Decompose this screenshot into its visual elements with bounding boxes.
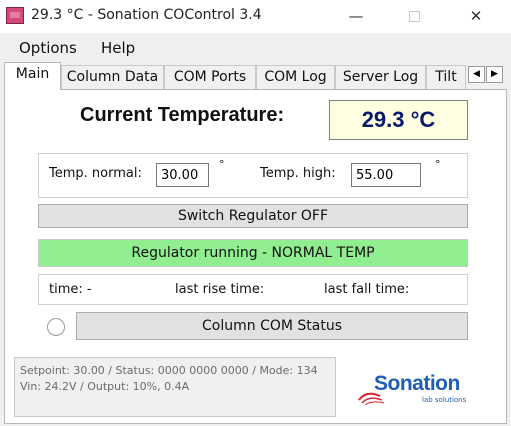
- logo-wordmark: Sonation: [374, 372, 460, 395]
- temp-normal-unit: °: [219, 158, 225, 171]
- current-temperature-value: 29.3 °C: [329, 100, 468, 140]
- minimize-button[interactable]: —: [334, 0, 378, 33]
- app-window: 29.3 °C - Sonation COControl 3.4 — ✕ Opt…: [0, 0, 511, 426]
- tab-server-log[interactable]: Server Log: [335, 65, 426, 89]
- status-summary-box: Setpoint: 30.00 / Status: 0000 0000 0000…: [14, 357, 336, 417]
- app-icon: [6, 7, 24, 24]
- temp-high-label: Temp. high:: [260, 166, 336, 181]
- last-fall-time-label: last fall time:: [324, 282, 410, 297]
- temp-high-input[interactable]: [351, 163, 421, 187]
- logo-tagline: lab solutions: [422, 396, 467, 404]
- close-button[interactable]: ✕: [454, 0, 498, 33]
- menu-help[interactable]: Help: [101, 39, 135, 57]
- tab-com-log[interactable]: COM Log: [256, 65, 335, 89]
- temperature-settings-group: Temp. normal: ° Temp. high: °: [38, 153, 468, 198]
- tab-scroll-left-icon[interactable]: ◀: [468, 66, 485, 83]
- sonation-logo: Sonation lab solutions: [356, 370, 486, 412]
- tab-scroll-right-icon[interactable]: ▶: [486, 66, 503, 83]
- time-label: time: -: [49, 282, 92, 297]
- tab-main[interactable]: Main: [4, 62, 61, 90]
- window-title: 29.3 °C - Sonation COControl 3.4: [31, 7, 262, 23]
- temp-normal-input[interactable]: [156, 163, 209, 187]
- column-com-status-button[interactable]: Column COM Status: [76, 312, 468, 340]
- maximize-icon: [408, 11, 420, 22]
- current-temperature-label: Current Temperature:: [80, 104, 285, 126]
- temp-high-unit: °: [435, 158, 441, 171]
- title-bar[interactable]: 29.3 °C - Sonation COControl 3.4 — ✕: [0, 0, 511, 33]
- tab-column-data[interactable]: Column Data: [61, 65, 164, 89]
- times-group: time: - last rise time: last fall time:: [38, 274, 468, 305]
- last-rise-time-label: last rise time:: [175, 282, 265, 297]
- menu-bar: Options Help: [0, 36, 511, 60]
- status-line-power: Vin: 24.2V / Output: 10%, 0.4A: [20, 380, 190, 393]
- status-line-setpoint: Setpoint: 30.00 / Status: 0000 0000 0000…: [20, 364, 318, 377]
- tab-tilt[interactable]: Tilt: [426, 65, 466, 89]
- tab-strip: Main Column Data COM Ports COM Log Serve…: [4, 62, 509, 90]
- regulator-status-bar: Regulator running - NORMAL TEMP: [38, 239, 468, 267]
- temp-normal-label: Temp. normal:: [49, 166, 142, 181]
- menu-options[interactable]: Options: [19, 39, 77, 57]
- maximize-button[interactable]: [392, 0, 436, 33]
- switch-regulator-button[interactable]: Switch Regulator OFF: [38, 204, 468, 228]
- column-com-radio[interactable]: [47, 318, 65, 336]
- tab-com-ports[interactable]: COM Ports: [164, 65, 256, 89]
